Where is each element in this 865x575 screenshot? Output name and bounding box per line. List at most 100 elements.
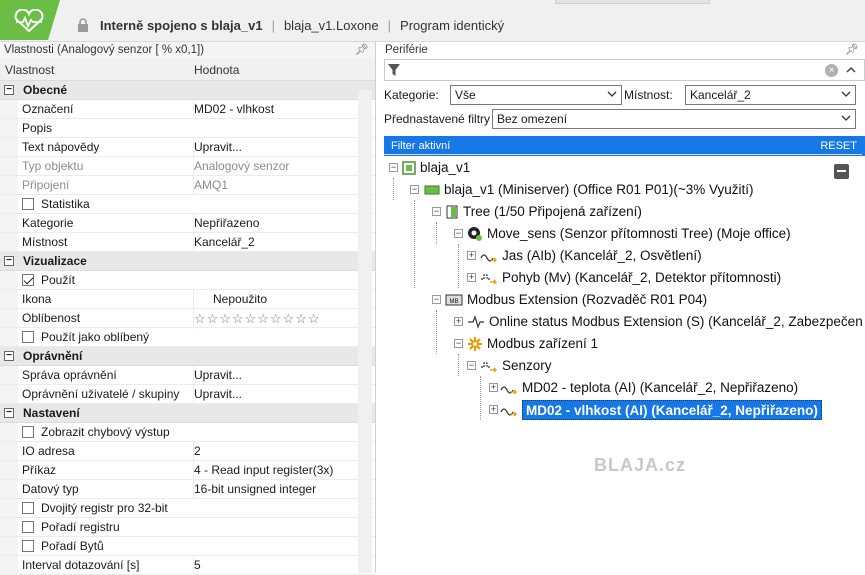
row-use[interactable]: Použít — [0, 271, 375, 290]
tree-node-modbus-extension[interactable]: MB Modbus Extension (Rozvaděč R01 P04) — [445, 290, 707, 310]
search-filter-bar[interactable]: × — [384, 59, 865, 81]
group-visualization[interactable]: − Vizualizace — [0, 252, 375, 271]
prop-value[interactable]: Nepřiřazeno — [193, 214, 371, 233]
register-order-checkbox[interactable] — [22, 520, 34, 533]
double-register-checkbox[interactable] — [22, 501, 34, 514]
row-category[interactable]: Kategorie Nepřiřazeno — [0, 214, 375, 233]
tree-node-sensors[interactable]: Senzory — [480, 356, 552, 376]
preset-select[interactable]: Bez omezení — [492, 109, 856, 129]
tree-node-move-sens[interactable]: Move_sens (Senzor přítomnosti Tree) (Moj… — [467, 224, 791, 244]
chevron-down-icon — [841, 91, 851, 97]
tree-node-pohyb[interactable]: Pohyb (Mv) (Kancelář_2, Detektor přítomn… — [480, 268, 781, 288]
prop-value[interactable]: Kancelář_2 — [193, 233, 371, 252]
group-permissions[interactable]: − Oprávnění — [0, 347, 375, 366]
row-statistics[interactable]: Statistika — [0, 195, 375, 214]
row-icon[interactable]: Ikona Nepoužito — [0, 290, 375, 309]
row-byte-order[interactable]: Pořadí Bytů — [0, 537, 375, 556]
category-select[interactable]: Vše — [450, 85, 622, 105]
row-register-order[interactable]: Pořadí registru — [0, 518, 375, 537]
byte-order-checkbox[interactable] — [22, 539, 34, 552]
room-select[interactable]: Kancelář_2 — [685, 85, 856, 105]
row-room[interactable]: Místnost Kancelář_2 — [0, 233, 375, 252]
prop-name: Dvojitý registr pro 32-bit — [41, 501, 168, 515]
collapse-icon[interactable]: − — [4, 85, 14, 95]
group-general[interactable]: − Obecné — [0, 81, 375, 100]
collapse-icon[interactable]: − — [467, 361, 476, 370]
miniserver-icon — [424, 185, 440, 195]
pin-icon[interactable]: 📌︎ — [355, 42, 369, 59]
collapse-icon[interactable]: − — [432, 295, 441, 304]
properties-scrollbar[interactable] — [358, 90, 372, 573]
row-use-as-favorite[interactable]: Použít jako oblíbený — [0, 328, 375, 347]
group-label: Oprávnění — [23, 349, 83, 363]
tree-node-jas[interactable]: Jas (AIb) (Kancelář_2, Osvětlení) — [480, 246, 702, 266]
row-show-error[interactable]: Zobrazit chybový výstup — [0, 423, 375, 442]
prop-value[interactable]: Upravit... — [193, 385, 371, 404]
collapse-icon[interactable]: − — [389, 163, 398, 172]
periphery-panel: Periférie 📌︎ × Kategorie: Vše Místnost: … — [381, 42, 865, 573]
properties-grid: − Obecné Označení MD02 - vlhkost Popis Tex… — [0, 81, 375, 575]
row-help-text[interactable]: Text nápovědy Upravit... — [0, 138, 375, 157]
tree-node-md02-humidity[interactable]: MD02 - vlhkost (AI) (Kancelář_2, Nepřiřa… — [522, 400, 822, 420]
row-io-address[interactable]: IO adresa 2 — [0, 442, 375, 461]
chevron-down-icon — [841, 115, 851, 121]
reset-button[interactable]: RESET — [820, 136, 857, 156]
tree-node-modbus-device[interactable]: Modbus zařízení 1 — [467, 334, 598, 354]
collapse-all-button[interactable] — [834, 164, 849, 179]
collapse-icon[interactable]: − — [4, 408, 14, 418]
prop-value[interactable]: MD02 - vlhkost — [193, 100, 371, 119]
collapse-icon[interactable]: − — [454, 339, 463, 348]
expand-icon[interactable]: + — [454, 317, 463, 326]
group-settings[interactable]: − Nastavení — [0, 404, 375, 423]
favorite-stars[interactable]: ☆☆☆☆☆☆☆☆☆☆ — [194, 311, 321, 326]
row-designation[interactable]: Označení MD02 - vlhkost — [0, 100, 375, 119]
tree-node-tree[interactable]: Tree (1/50 Připojená zařízení) — [445, 202, 642, 222]
collapse-icon[interactable]: − — [4, 256, 14, 266]
row-double-register[interactable]: Dvojitý registr pro 32-bit — [0, 499, 375, 518]
prop-value[interactable]: Upravit... — [193, 366, 371, 385]
tree-node-online-status[interactable]: Online status Modbus Extension (S) (Kanc… — [467, 312, 862, 332]
pin-icon[interactable]: 📌︎ — [845, 42, 859, 59]
collapse-icon[interactable]: − — [432, 207, 441, 216]
loxone-logo[interactable] — [0, 0, 60, 40]
expand-icon[interactable]: + — [467, 273, 476, 282]
chevron-up-icon[interactable] — [846, 66, 856, 73]
prop-value[interactable]: Upravit... — [193, 138, 371, 157]
prop-name: Oprávnění uživatelé / skupiny — [22, 387, 180, 401]
show-error-checkbox[interactable] — [22, 425, 34, 438]
expand-icon[interactable]: + — [467, 251, 476, 260]
filter-icon[interactable] — [387, 63, 401, 77]
collapse-icon[interactable]: − — [454, 229, 463, 238]
row-command[interactable]: Příkaz 4 - Read input register(3x) — [0, 461, 375, 480]
node-label: Online status Modbus Extension (S) (Kanc… — [489, 314, 862, 329]
row-user-rights[interactable]: Oprávnění uživatelé / skupiny Upravit... — [0, 385, 375, 404]
row-description[interactable]: Popis — [0, 119, 375, 138]
expand-icon[interactable]: + — [489, 383, 498, 392]
row-favorite[interactable]: Oblíbenost ☆☆☆☆☆☆☆☆☆☆ — [0, 309, 375, 329]
expand-icon[interactable]: + — [489, 405, 498, 414]
use-as-favorite-checkbox[interactable] — [22, 330, 34, 343]
statistics-checkbox[interactable] — [22, 197, 34, 210]
tree-node-miniserver[interactable]: blaja_v1 (Miniserver) (Office R01 P01)(~… — [424, 180, 754, 200]
collapse-icon[interactable]: − — [4, 351, 14, 361]
analog-input-icon — [500, 408, 517, 417]
node-label: Pohyb (Mv) (Kancelář_2, Detektor přítomn… — [502, 270, 782, 285]
collapse-icon[interactable]: − — [410, 185, 419, 194]
prop-value: AMQ1 — [193, 176, 371, 195]
column-property[interactable]: Vlastnost — [5, 59, 54, 81]
prop-value[interactable]: 5 — [193, 556, 371, 575]
prop-value[interactable]: 16-bit unsigned integer — [193, 480, 371, 499]
prop-value[interactable]: 4 - Read input register(3x) — [193, 461, 371, 480]
use-checkbox[interactable] — [22, 273, 34, 286]
row-data-type[interactable]: Datový typ 16-bit unsigned integer — [0, 480, 375, 499]
prop-value[interactable]: 2 — [193, 442, 371, 461]
column-value[interactable]: Hodnota — [194, 59, 239, 81]
clear-filter-icon[interactable]: × — [825, 64, 838, 77]
row-rights-management[interactable]: Správa oprávnění Upravit... — [0, 366, 375, 385]
periphery-title-text: Periférie — [385, 44, 428, 56]
row-poll-interval[interactable]: Interval dotazování [s] 5 — [0, 556, 375, 575]
tree-node-project[interactable]: blaja_v1 — [402, 158, 470, 178]
tree-node-md02-temperature[interactable]: MD02 - teplota (AI) (Kancelář_2, Nepřiřa… — [500, 378, 798, 398]
status-icon — [468, 315, 484, 330]
prop-value[interactable]: Nepoužito — [193, 290, 371, 309]
